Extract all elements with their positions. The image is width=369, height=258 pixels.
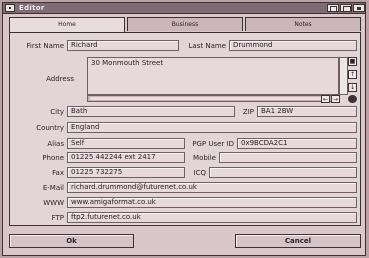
pgp-user-id-field[interactable]: 0x9BCDA2C1 bbox=[237, 138, 357, 149]
city-label: City bbox=[50, 108, 64, 116]
fax-label: Fax bbox=[52, 169, 64, 177]
scroll-knob[interactable] bbox=[90, 97, 330, 100]
address-field-icon[interactable]: ■ bbox=[348, 57, 357, 66]
country-field[interactable]: England bbox=[67, 122, 357, 133]
scroll-right-icon[interactable]: → bbox=[331, 95, 340, 103]
alias-label: Alias bbox=[47, 140, 64, 148]
home-panel: First Name Richard Last Name Drummond Ad… bbox=[9, 32, 361, 226]
fax-field[interactable]: 01225 732275 bbox=[67, 167, 185, 178]
country-label: Country bbox=[36, 124, 64, 132]
tab-notes[interactable]: Notes bbox=[245, 17, 361, 31]
mobile-field[interactable] bbox=[219, 152, 357, 163]
pgp-user-id-label: PGP User ID bbox=[192, 140, 234, 148]
ftp-label: FTP bbox=[51, 214, 64, 222]
www-field[interactable]: www.amigaformat.co.uk bbox=[67, 197, 357, 208]
scroll-up-icon[interactable]: ↑ bbox=[348, 70, 357, 79]
icq-label: ICQ bbox=[193, 169, 206, 177]
phone-field[interactable]: 01225 442244 ext 2417 bbox=[67, 152, 185, 163]
first-name-label: First Name bbox=[26, 42, 64, 50]
address-vertical-scrollbar[interactable] bbox=[339, 57, 348, 95]
zip-field[interactable]: BA1 2BW bbox=[257, 106, 357, 117]
address-textarea[interactable]: 30 Monmouth Street bbox=[87, 57, 339, 95]
address-label: Address bbox=[46, 75, 74, 83]
close-gadget-icon[interactable] bbox=[5, 4, 15, 12]
zip-label: ZIP bbox=[242, 108, 254, 116]
title-bar[interactable]: Editor bbox=[3, 3, 365, 14]
icq-field[interactable] bbox=[209, 167, 357, 178]
scroll-left-icon[interactable]: ← bbox=[321, 95, 330, 103]
depth-gadget-icon[interactable] bbox=[353, 4, 365, 12]
first-name-field[interactable]: Richard bbox=[67, 40, 179, 51]
ftp-field[interactable]: ftp2.futurenet.co.uk bbox=[67, 212, 357, 223]
size-gadget-icon[interactable] bbox=[348, 95, 357, 103]
email-label: E-Mail bbox=[42, 184, 64, 192]
zoom-gadget-icon[interactable] bbox=[340, 4, 352, 12]
www-label: WWW bbox=[43, 199, 64, 207]
window-title: Editor bbox=[19, 4, 45, 12]
phone-label: Phone bbox=[42, 154, 64, 162]
editor-window: Editor Home Business Notes First Name Ri… bbox=[2, 2, 366, 256]
tab-home[interactable]: Home bbox=[9, 17, 125, 32]
scroll-down-icon[interactable]: ↓ bbox=[348, 83, 357, 92]
alias-field[interactable]: Self bbox=[67, 138, 185, 149]
last-name-label: Last Name bbox=[188, 42, 226, 50]
iconify-gadget-icon[interactable] bbox=[327, 4, 339, 12]
tab-business[interactable]: Business bbox=[127, 17, 243, 31]
cancel-button[interactable]: Cancel bbox=[235, 234, 361, 248]
address-horizontal-scrollbar[interactable] bbox=[87, 95, 339, 102]
city-field[interactable]: Bath bbox=[67, 106, 235, 117]
ok-button[interactable]: Ok bbox=[9, 234, 134, 248]
email-field[interactable]: richard.drummond@futurenet.co.uk bbox=[67, 182, 357, 193]
last-name-field[interactable]: Drummond bbox=[229, 40, 357, 51]
mobile-label: Mobile bbox=[193, 154, 216, 162]
